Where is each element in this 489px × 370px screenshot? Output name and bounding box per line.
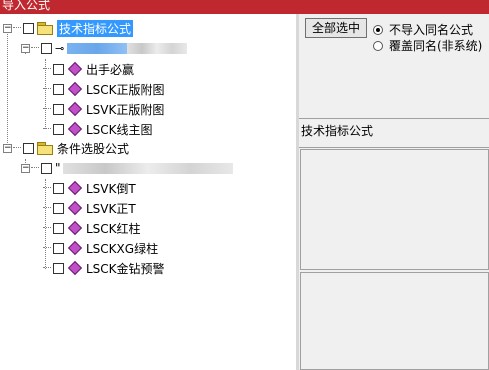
redacted-name [127,42,188,54]
checkbox[interactable] [41,42,52,54]
formula-icon [67,220,83,236]
radio-overwrite[interactable]: 覆盖同名(非系统) [373,37,482,54]
window-title: 导入公式 [2,0,51,12]
tree-node-group[interactable]: − ⊸ [21,39,188,57]
radio-label: 覆盖同名(非系统) [389,39,483,53]
formula-icon [67,101,83,117]
checkbox[interactable] [53,242,64,254]
formula-icon [67,81,83,97]
radio-selected-icon[interactable] [373,24,383,35]
splitter[interactable] [296,14,299,370]
redacted-name [67,42,128,54]
collapse-icon[interactable]: − [21,43,30,53]
tree-item[interactable]: LSCKXG绿柱 [43,239,158,257]
tree-item-label: LSVK正T [86,201,136,216]
formula-icon [67,61,83,77]
tree-item-label: LSCK正版附图 [86,82,165,97]
checkbox[interactable] [53,262,64,274]
key-icon: ⊸ [55,41,65,55]
tree-node-label: 技术指标公式 [57,19,134,37]
tree-node-label: 条件选股公式 [57,141,130,156]
tree-item[interactable]: LSCK正版附图 [43,80,165,98]
tree-item-label: LSCKXG绿柱 [86,241,159,256]
radio-no-import[interactable]: 不导入同名公式 [373,21,473,38]
tree-node-group[interactable]: − " [21,159,233,177]
tree-item[interactable]: LSCK金钻预警 [43,259,165,277]
description-panel [300,149,489,270]
collapse-icon[interactable]: − [3,143,12,153]
checkbox[interactable] [53,103,64,115]
checkbox[interactable] [23,22,34,34]
checkbox[interactable] [53,202,64,214]
redacted-name [62,162,233,174]
formula-icon [67,121,83,137]
checkbox[interactable] [41,162,52,174]
info-label-box: 技术指标公式 [299,118,489,148]
formula-icon [67,200,83,216]
tree-item[interactable]: LSVK正版附图 [43,100,164,118]
checkbox[interactable] [53,182,64,194]
tree-item[interactable]: LSVK倒T [43,179,136,197]
checkbox[interactable] [53,222,64,234]
collapse-icon[interactable]: − [3,23,12,33]
formula-icon [67,260,83,276]
tree-item[interactable]: 出手必赢 [43,60,134,78]
title-bar: 导入公式 [0,0,489,14]
group-prefix: " [55,161,61,175]
tree-item[interactable]: LSCK线主图 [43,120,153,138]
tree-node-stock-selection[interactable]: − 条件选股公式 [3,139,129,157]
info-label: 技术指标公式 [301,124,374,138]
formula-icon [67,180,83,196]
tree-node-technical-indicators[interactable]: − 技术指标公式 [3,19,134,37]
tree-item-label: LSCK线主图 [86,122,153,137]
checkbox[interactable] [53,63,64,75]
collapse-icon[interactable]: − [21,163,30,173]
detail-panel [300,272,489,370]
tree-item[interactable]: LSVK正T [43,199,136,217]
radio-unselected-icon[interactable] [373,40,383,51]
radio-label: 不导入同名公式 [389,23,474,37]
tree-item-label: LSCK金钻预警 [86,261,165,276]
folder-icon [37,142,53,155]
checkbox[interactable] [23,142,34,154]
tree-item[interactable]: LSCK红柱 [43,219,141,237]
folder-icon [37,22,53,35]
checkbox[interactable] [53,123,64,135]
formula-tree[interactable]: − 技术指标公式 − ⊸ 出手必赢 LSCK正版附图 LSVK正版附图 LSCK… [0,14,297,370]
tree-item-label: LSVK倒T [86,181,136,196]
tree-item-label: LSVK正版附图 [86,102,165,117]
tree-item-label: LSCK红柱 [86,221,141,236]
formula-icon [67,240,83,256]
tree-item-label: 出手必赢 [86,62,135,77]
select-all-button[interactable]: 全部选中 [305,18,367,38]
checkbox[interactable] [53,83,64,95]
